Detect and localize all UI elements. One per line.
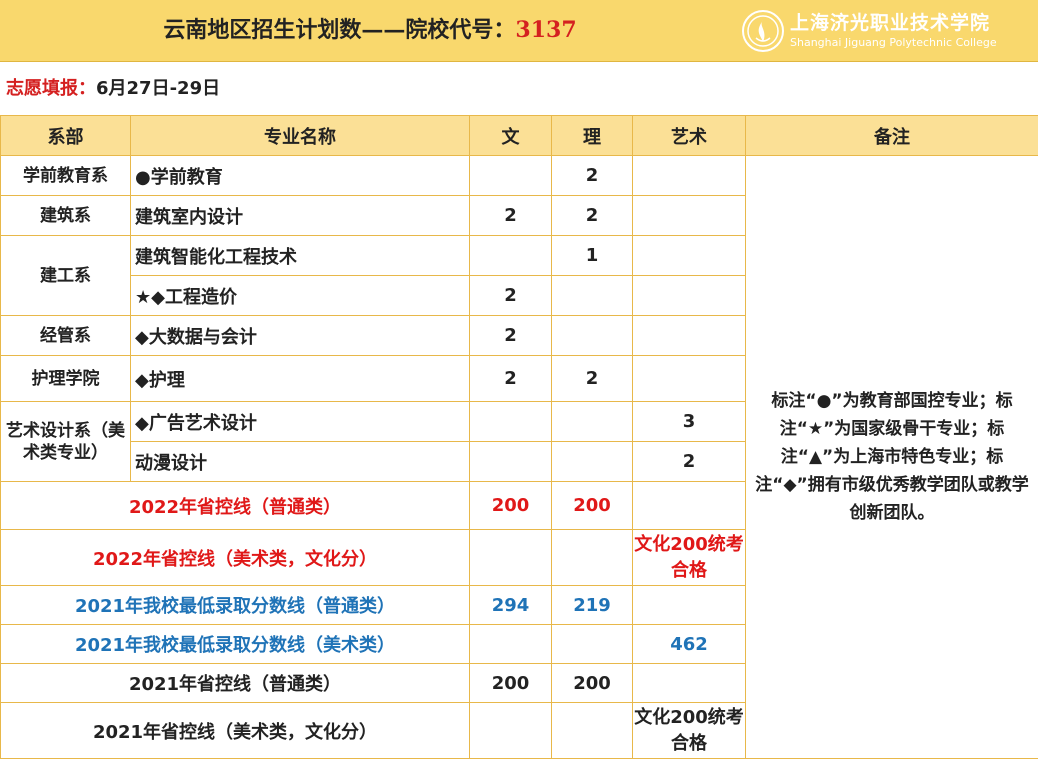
score-art xyxy=(633,586,746,625)
art-cell: 2 xyxy=(633,442,746,482)
score-li xyxy=(552,625,633,664)
school-emblem-icon xyxy=(742,10,784,52)
wen-cell xyxy=(470,402,552,442)
wen-cell: 2 xyxy=(470,276,552,316)
application-period: 志愿填报：6月27日-29日 xyxy=(0,62,1038,115)
school-code: 3137 xyxy=(515,17,576,43)
page-title: 云南地区招生计划数——院校代号：3137 xyxy=(0,0,740,61)
art-cell xyxy=(633,236,746,276)
major-cell: 动漫设计 xyxy=(131,442,470,482)
li-cell: 2 xyxy=(552,356,633,402)
school-name-cn: 上海济光职业技术学院 xyxy=(790,8,990,35)
li-cell xyxy=(552,402,633,442)
li-cell xyxy=(552,316,633,356)
li-cell xyxy=(552,442,633,482)
wen-cell: 2 xyxy=(470,316,552,356)
major-cell: ◆护理 xyxy=(131,356,470,402)
department-cell: 建筑系 xyxy=(1,196,131,236)
score-li xyxy=(552,703,633,759)
major-cell: ◆大数据与会计 xyxy=(131,316,470,356)
art-cell: 3 xyxy=(633,402,746,442)
score-wen xyxy=(470,530,552,586)
wen-cell xyxy=(470,156,552,196)
major-cell: 建筑智能化工程技术 xyxy=(131,236,470,276)
score-li xyxy=(552,530,633,586)
application-dates: 6月27日-29日 xyxy=(96,78,220,99)
school-name-en: Shanghai Jiguang Polytechnic College xyxy=(790,36,997,49)
header-major: 专业名称 xyxy=(131,116,470,156)
score-wen: 294 xyxy=(470,586,552,625)
li-cell: 1 xyxy=(552,236,633,276)
department-cell: 护理学院 xyxy=(1,356,131,402)
table-header-row: 系部 专业名称 文 理 艺术 备注 xyxy=(1,116,1038,156)
score-li: 200 xyxy=(552,482,633,530)
header-li: 理 xyxy=(552,116,633,156)
score-label: 2021年省控线（普通类） xyxy=(1,664,470,703)
application-label: 志愿填报： xyxy=(6,78,96,99)
score-label: 2021年省控线（美术类，文化分） xyxy=(1,703,470,759)
header-remark: 备注 xyxy=(746,116,1038,156)
art-cell xyxy=(633,316,746,356)
score-wen xyxy=(470,625,552,664)
art-cell xyxy=(633,196,746,236)
header-wen: 文 xyxy=(470,116,552,156)
score-wen: 200 xyxy=(470,482,552,530)
score-art xyxy=(633,482,746,530)
remark-cell: 标注“●”为教育部国控专业；标注“★”为国家级骨干专业；标注“▲”为上海市特色专… xyxy=(746,156,1038,759)
header-banner: 云南地区招生计划数——院校代号：3137 上海济光职业技术学院 Shanghai… xyxy=(0,0,1038,62)
art-cell xyxy=(633,276,746,316)
department-cell: 艺术设计系（美术类专业） xyxy=(1,402,131,482)
score-li: 200 xyxy=(552,664,633,703)
title-text: 云南地区招生计划数——院校代号： xyxy=(163,17,515,43)
major-cell: 建筑室内设计 xyxy=(131,196,470,236)
score-label: 2021年我校最低录取分数线（普通类） xyxy=(1,586,470,625)
score-art xyxy=(633,664,746,703)
score-label: 2022年省控线（普通类） xyxy=(1,482,470,530)
department-cell: 建工系 xyxy=(1,236,131,316)
enrollment-table: 系部 专业名称 文 理 艺术 备注 学前教育系 ●学前教育 2 标注“●”为教育… xyxy=(0,115,1038,759)
li-cell: 2 xyxy=(552,196,633,236)
major-cell: ★◆工程造价 xyxy=(131,276,470,316)
department-cell: 经管系 xyxy=(1,316,131,356)
score-art: 文化200统考合格 xyxy=(633,703,746,759)
header-art: 艺术 xyxy=(633,116,746,156)
major-cell: ◆广告艺术设计 xyxy=(131,402,470,442)
wen-cell xyxy=(470,236,552,276)
art-cell xyxy=(633,156,746,196)
table-row: 学前教育系 ●学前教育 2 标注“●”为教育部国控专业；标注“★”为国家级骨干专… xyxy=(1,156,1038,196)
score-label: 2022年省控线（美术类，文化分） xyxy=(1,530,470,586)
score-art: 文化200统考合格 xyxy=(633,530,746,586)
score-wen xyxy=(470,703,552,759)
art-cell xyxy=(633,356,746,402)
major-cell: ●学前教育 xyxy=(131,156,470,196)
score-li: 219 xyxy=(552,586,633,625)
li-cell xyxy=(552,276,633,316)
wen-cell: 2 xyxy=(470,356,552,402)
wen-cell: 2 xyxy=(470,196,552,236)
score-art: 462 xyxy=(633,625,746,664)
header-department: 系部 xyxy=(1,116,131,156)
department-cell: 学前教育系 xyxy=(1,156,131,196)
wen-cell xyxy=(470,442,552,482)
page: 云南地区招生计划数——院校代号：3137 上海济光职业技术学院 Shanghai… xyxy=(0,0,1038,757)
score-label: 2021年我校最低录取分数线（美术类） xyxy=(1,625,470,664)
li-cell: 2 xyxy=(552,156,633,196)
score-wen: 200 xyxy=(470,664,552,703)
